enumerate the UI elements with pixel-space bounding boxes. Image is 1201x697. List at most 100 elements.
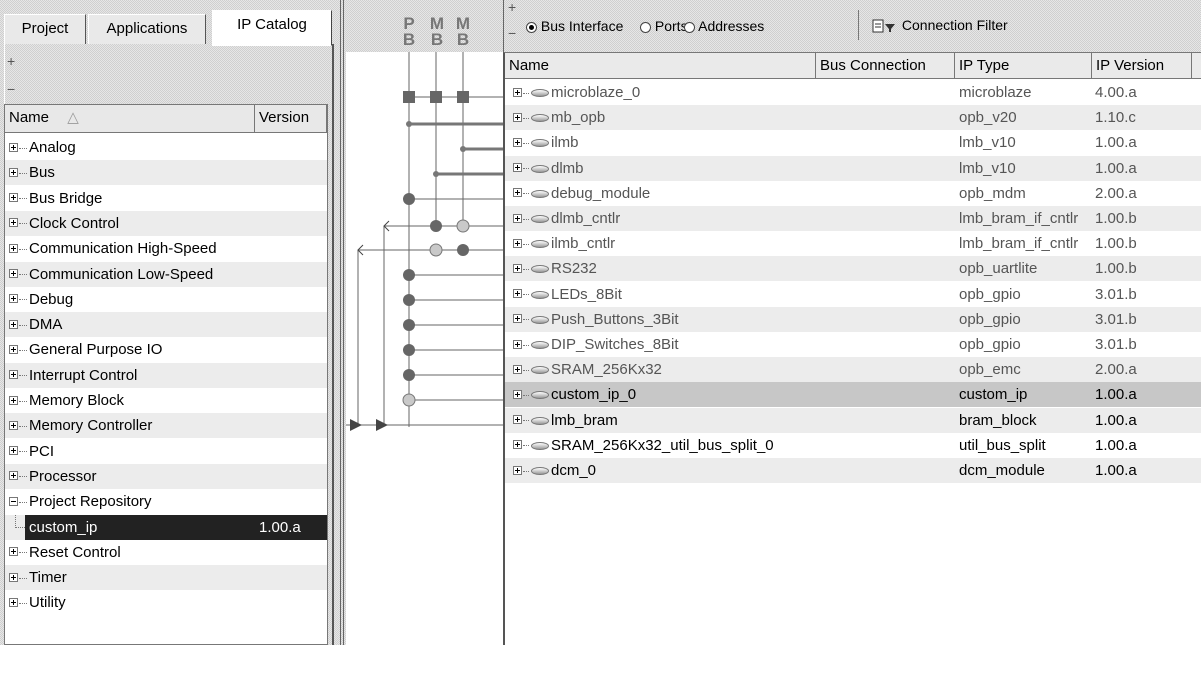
expand-node-icon[interactable]	[9, 167, 18, 177]
expand-node-icon[interactable]	[9, 370, 18, 380]
bus-connection-cell[interactable]	[816, 231, 955, 256]
column-header-version[interactable]: Version	[255, 105, 327, 133]
bus-connection-cell[interactable]	[816, 357, 955, 382]
radio-addresses[interactable]: Addresses	[684, 17, 764, 35]
expand-node-icon[interactable]	[513, 389, 522, 399]
instance-row-dlmb-cntlr[interactable]: dlmb_cntlr lmb_bram_if_cntlr 1.00.b	[505, 206, 1201, 231]
catalog-category-analog[interactable]: Analog	[5, 135, 327, 160]
bus-connection-cell[interactable]	[816, 130, 955, 155]
expand-node-icon[interactable]	[513, 339, 522, 349]
expand-node-icon[interactable]	[9, 344, 18, 354]
instance-row-debug-module[interactable]: debug_module opb_mdm 2.00.a	[505, 181, 1201, 206]
column-header-ip-type[interactable]: IP Type	[955, 53, 1092, 79]
connection-filter-button[interactable]: Connection Filter	[868, 12, 1043, 38]
instance-row-ilmb-cntlr[interactable]: ilmb_cntlr lmb_bram_if_cntlr 1.00.b	[505, 231, 1201, 256]
expand-node-icon[interactable]	[513, 289, 522, 299]
catalog-category-reset-control[interactable]: Reset Control	[5, 540, 327, 565]
catalog-category-processor[interactable]: Processor	[5, 463, 327, 489]
bus-connection-cell[interactable]	[816, 105, 955, 130]
instance-row-mb-opb[interactable]: mb_opb opb_v20 1.10.c	[505, 105, 1201, 131]
column-header-ip-version[interactable]: IP Version	[1092, 53, 1192, 79]
expand-all-icon[interactable]: +	[7, 54, 15, 68]
bus-connection-cell[interactable]	[816, 156, 955, 181]
catalog-category-pci[interactable]: PCI	[5, 439, 327, 464]
bus-connection-cell[interactable]	[816, 282, 955, 307]
expand-node-icon[interactable]	[9, 319, 18, 329]
bus-connection-cell[interactable]	[816, 181, 955, 206]
expand-node-icon[interactable]	[9, 572, 18, 582]
instance-row-custom-ip-0[interactable]: custom_ip_0 custom_ip 1.00.a	[505, 382, 1201, 408]
expand-node-icon[interactable]	[513, 238, 522, 248]
instance-row-sram-256kx32-util-bus-split-0[interactable]: SRAM_256Kx32_util_bus_split_0 util_bus_sp…	[505, 433, 1201, 458]
expand-node-icon[interactable]	[9, 395, 18, 405]
expand-node-icon[interactable]	[9, 294, 18, 304]
collapse-all-icon[interactable]: −	[7, 82, 15, 96]
instance-row-dlmb[interactable]: dlmb lmb_v10 1.00.a	[505, 155, 1201, 181]
catalog-category-dma[interactable]: DMA	[5, 312, 327, 338]
bus-connection-cell[interactable]	[816, 332, 955, 357]
catalog-category-memory-block[interactable]: Memory Block	[5, 388, 327, 413]
catalog-category-timer[interactable]: Timer	[5, 565, 327, 591]
expand-node-icon[interactable]	[513, 137, 522, 147]
instance-row-leds-8bit[interactable]: LEDs_8Bit opb_gpio 3.01.b	[505, 282, 1201, 307]
expand-node-icon[interactable]	[513, 263, 522, 273]
catalog-category-interrupt-control[interactable]: Interrupt Control	[5, 362, 327, 388]
expand-node-icon[interactable]	[9, 218, 18, 228]
catalog-category-bus-bridge[interactable]: Bus Bridge	[5, 186, 327, 211]
panel-splitter[interactable]	[336, 0, 346, 645]
radio-ports[interactable]: Ports	[640, 17, 688, 35]
catalog-category-bus[interactable]: Bus	[5, 160, 327, 186]
expand-node-icon[interactable]	[9, 446, 18, 456]
catalog-item-custom-ip[interactable]: custom_ip 1.00.a	[5, 514, 327, 540]
catalog-category-communication-high-speed[interactable]: Communication High-Speed	[5, 236, 327, 261]
radio-bus-interface[interactable]: Bus Interface	[526, 17, 623, 35]
instance-row-lmb-bram[interactable]: lmb_bram bram_block 1.00.a	[505, 407, 1201, 433]
expand-node-icon[interactable]	[9, 193, 18, 203]
column-header-bus-connection[interactable]: Bus Connection	[816, 53, 955, 79]
expand-node-icon[interactable]	[513, 87, 522, 97]
expand-node-icon[interactable]	[513, 314, 522, 324]
bus-connection-cell[interactable]	[816, 458, 955, 483]
catalog-category-project-repository[interactable]: Project Repository	[5, 489, 327, 514]
bus-connection-cell[interactable]	[816, 408, 955, 433]
instance-row-microblaze-0[interactable]: microblaze_0 microblaze 4.00.a	[505, 80, 1201, 105]
bus-connection-cell[interactable]	[816, 256, 955, 281]
instance-row-ilmb[interactable]: ilmb lmb_v10 1.00.a	[505, 130, 1201, 155]
instance-row-rs232[interactable]: RS232 opb_uartlite 1.00.b	[505, 256, 1201, 282]
catalog-category-debug[interactable]: Debug	[5, 287, 327, 312]
instance-row-dcm-0[interactable]: dcm_0 dcm_module 1.00.a	[505, 458, 1201, 483]
catalog-category-communication-low-speed[interactable]: Communication Low-Speed	[5, 261, 327, 287]
catalog-category-clock-control[interactable]: Clock Control	[5, 210, 327, 236]
expand-node-icon[interactable]	[513, 465, 522, 475]
expand-node-icon[interactable]	[9, 243, 18, 253]
expand-node-icon[interactable]	[513, 188, 522, 198]
catalog-category-utility[interactable]: Utility	[5, 590, 327, 615]
expand-node-icon[interactable]	[9, 597, 18, 607]
expand-node-icon[interactable]	[9, 547, 18, 557]
instance-row-push-buttons-3bit[interactable]: Push_Buttons_3Bit opb_gpio 3.01.b	[505, 306, 1201, 332]
tab-applications[interactable]: Applications	[88, 14, 206, 44]
tab-project[interactable]: Project	[4, 14, 86, 44]
column-header-name[interactable]: Name △	[5, 105, 255, 133]
expand-node-icon[interactable]	[9, 471, 18, 481]
expand-node-icon[interactable]	[9, 269, 18, 279]
bus-connection-cell[interactable]	[816, 307, 955, 332]
expand-node-icon[interactable]	[9, 142, 18, 152]
collapse-node-icon[interactable]	[9, 496, 18, 506]
expand-node-icon[interactable]	[513, 415, 522, 425]
column-header-name[interactable]: Name	[505, 53, 816, 79]
bus-connection-cell[interactable]	[816, 206, 955, 231]
expand-node-icon[interactable]	[513, 163, 522, 173]
expand-node-icon[interactable]	[513, 440, 522, 450]
tab-ip-catalog[interactable]: IP Catalog	[212, 10, 332, 46]
expand-node-icon[interactable]	[9, 420, 18, 430]
catalog-category-general-purpose-io[interactable]: General Purpose IO	[5, 337, 327, 362]
collapse-all-icon[interactable]: −	[508, 26, 516, 40]
bus-connection-cell[interactable]	[816, 433, 955, 458]
expand-node-icon[interactable]	[513, 364, 522, 374]
instance-row-dip-switches-8bit[interactable]: DIP_Switches_8Bit opb_gpio 3.01.b	[505, 332, 1201, 357]
bus-connection-cell[interactable]	[816, 80, 955, 105]
instance-row-sram-256kx32[interactable]: SRAM_256Kx32 opb_emc 2.00.a	[505, 357, 1201, 383]
expand-node-icon[interactable]	[513, 112, 522, 122]
bus-connection-cell[interactable]	[816, 382, 955, 407]
